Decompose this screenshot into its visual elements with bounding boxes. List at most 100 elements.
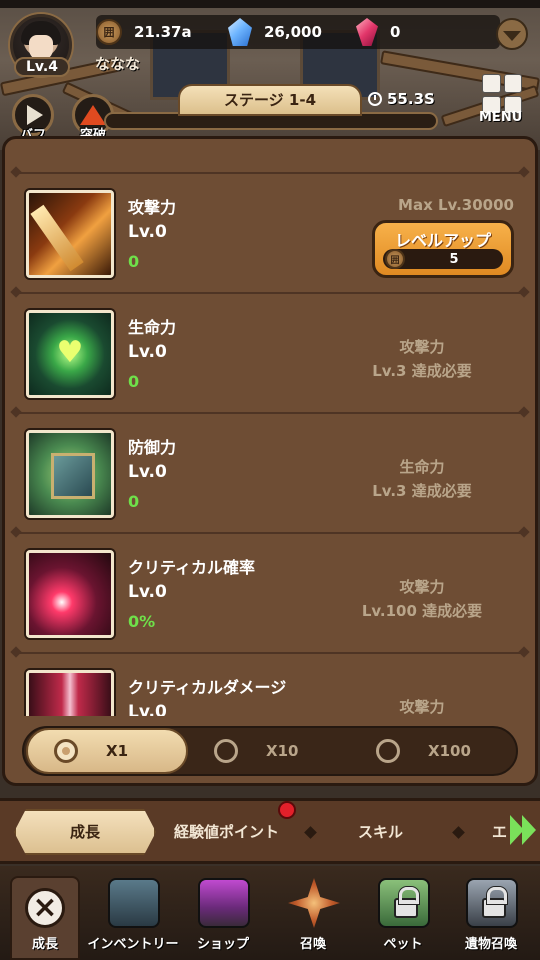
stat-name: 防御力	[128, 438, 177, 457]
blue-gem-icon	[228, 18, 252, 46]
multiplier-x100[interactable]: X100	[376, 728, 516, 774]
level-up-button[interactable]: レベルアップ 囲 5	[372, 220, 514, 278]
stat-level: Lv.0	[128, 222, 167, 242]
close-icon[interactable]: ×	[25, 888, 65, 928]
unlock-requirement-stat: 攻撃力	[399, 578, 445, 596]
notification-badge	[278, 801, 296, 819]
stat-name: 攻撃力	[128, 198, 177, 217]
unlock-requirement-level: Lv.3 達成必要	[372, 362, 472, 380]
row-divider	[16, 292, 524, 294]
tab-exp-points[interactable]: 経験値ポイント	[174, 821, 279, 842]
stat-level: Lv.0	[128, 342, 167, 362]
tab-partial[interactable]: エ	[492, 821, 507, 842]
gold-currency: 囲 21.37a	[96, 18, 192, 46]
stat-name: クリティカル確率	[128, 558, 256, 577]
radio-icon	[376, 739, 400, 763]
arrow-up-icon	[80, 105, 106, 125]
row-divider	[16, 412, 524, 414]
level-up-label: レベルアップ	[394, 231, 491, 250]
stat-row-crit-damage: クリティカルダメージ Lv.0 攻撃力	[8, 640, 532, 716]
gem-amount: 26,000	[264, 23, 322, 41]
gold-amount: 21.37a	[134, 23, 192, 41]
red-gem-currency: 0	[356, 18, 400, 46]
level-up-cost: 囲 5	[383, 249, 503, 269]
stat-level: Lv.0	[128, 462, 167, 482]
category-tabs: 成長 経験値ポイント スキル エ	[0, 798, 540, 864]
backpack-icon	[108, 878, 160, 928]
stat-row-attack: 攻撃力 Lv.0 0 Max Lv.30000 レベルアップ 囲 5	[8, 160, 532, 278]
row-divider	[16, 172, 524, 174]
menu-button[interactable]	[482, 74, 522, 114]
multiplier-label: X1	[106, 742, 129, 760]
stat-value: 0	[128, 492, 140, 511]
coin-icon: 囲	[385, 249, 405, 269]
stat-list[interactable]: 攻撃力 Lv.0 0 Max Lv.30000 レベルアップ 囲 5 生命力 L…	[8, 160, 532, 716]
shop-stall-icon	[198, 878, 250, 928]
red-gem-icon	[356, 18, 378, 46]
sword-burst-icon	[26, 190, 114, 278]
nav-pet[interactable]: ペット	[358, 866, 448, 960]
lock-icon	[394, 887, 419, 918]
stat-level: Lv.0	[128, 582, 167, 602]
pet-lock-icon	[378, 878, 430, 928]
stat-value: 0%	[128, 612, 156, 631]
stage-label: ステージ 1-4	[178, 84, 362, 116]
stage-timer: 55.3S	[368, 90, 435, 108]
multiplier-x10[interactable]: X10	[214, 728, 364, 774]
timer-value: 55.3S	[387, 90, 435, 108]
crit-damage-icon	[26, 670, 114, 716]
menu-grid-cell	[503, 74, 522, 93]
tab-growth[interactable]: 成長	[14, 809, 156, 855]
unlock-requirement-stat: 攻撃力	[399, 338, 445, 356]
tab-divider	[452, 826, 465, 839]
multiplier-selector: X1 X10 X100	[22, 726, 518, 776]
tab-skill[interactable]: スキル	[358, 821, 403, 842]
row-divider	[16, 652, 524, 654]
multiplier-label: X100	[428, 742, 471, 760]
red-gem-amount: 0	[390, 23, 401, 41]
play-icon	[27, 105, 43, 125]
menu-grid-cell	[482, 74, 501, 93]
unlock-requirement-level: Lv.3 達成必要	[372, 482, 472, 500]
dropdown-button[interactable]	[496, 18, 528, 50]
cost-amount: 5	[449, 251, 459, 267]
multiplier-x1[interactable]: X1	[26, 728, 188, 774]
player-name: ななな	[95, 55, 141, 73]
compass-star-icon	[288, 878, 340, 928]
stat-row-crit-rate: クリティカル確率 Lv.0 0% 攻撃力 Lv.100 達成必要	[8, 520, 532, 638]
stat-max-level: Max Lv.30000	[398, 196, 514, 214]
lock-icon	[482, 887, 507, 918]
tabs-scroll-right[interactable]	[506, 813, 540, 847]
unlock-requirement-stat: 攻撃力	[399, 698, 445, 716]
stat-name: 生命力	[128, 318, 177, 337]
buff-button[interactable]: バフ	[12, 94, 54, 143]
stat-row-defense: 防御力 Lv.0 0 生命力 Lv.3 達成必要	[8, 400, 532, 518]
nav-label: 遺物召喚	[464, 937, 517, 952]
menu-label: MENU	[479, 110, 523, 125]
stat-level: Lv.0	[128, 702, 167, 716]
heart-vine-icon	[26, 310, 114, 398]
unlock-requirement-level: Lv.100 達成必要	[361, 602, 483, 620]
crit-slash-icon	[26, 550, 114, 638]
nav-shop[interactable]: ショップ	[178, 866, 268, 960]
stat-value: 0	[128, 372, 140, 391]
gem-currency: 26,000	[228, 18, 322, 46]
nav-inventory[interactable]: インベントリー	[87, 866, 179, 960]
multiplier-label: X10	[266, 742, 299, 760]
nav-relic-summon[interactable]: 遺物召喚	[446, 866, 536, 960]
coin-icon: 囲	[96, 19, 122, 45]
shield-cube-icon	[26, 430, 114, 518]
unlock-requirement-stat: 生命力	[399, 458, 445, 476]
stat-value: 0	[128, 252, 140, 271]
radio-icon	[214, 739, 238, 763]
player-level-badge: Lv.4	[14, 57, 70, 77]
relic-lock-icon	[466, 878, 518, 928]
tab-divider	[304, 826, 317, 839]
stopwatch-icon	[368, 92, 382, 106]
top-edge	[0, 0, 540, 8]
chevron-down-icon	[503, 30, 521, 41]
radio-icon	[54, 739, 78, 763]
chevron-right-icon	[522, 815, 536, 845]
row-divider	[16, 532, 524, 534]
nav-summon[interactable]: 召喚	[268, 866, 358, 960]
